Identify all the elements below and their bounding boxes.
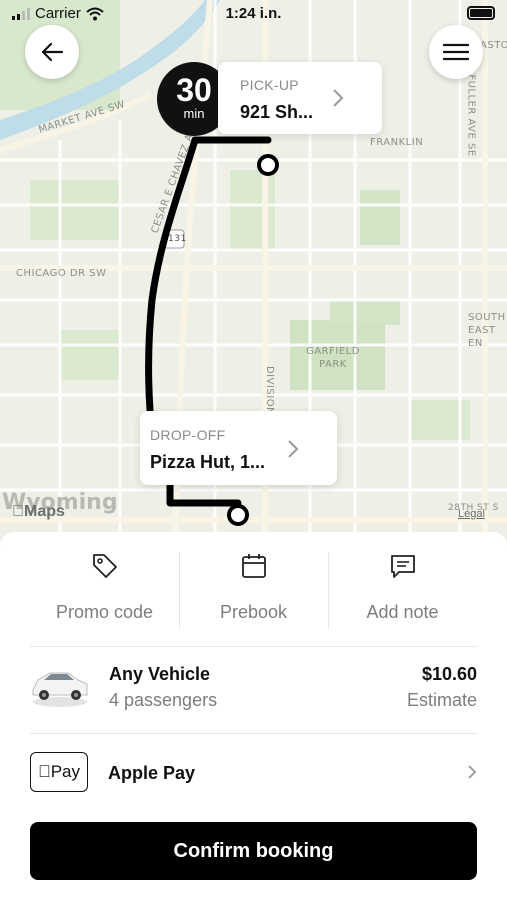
dropoff-callout[interactable]: DROP-OFF Pizza Hut, 1... [140, 411, 337, 485]
dropoff-address: Pizza Hut, 1... [150, 452, 266, 472]
apple-pay-badge: Pay [30, 752, 88, 792]
battery-icon [467, 6, 495, 20]
arrow-left-icon [41, 42, 64, 62]
pickup-callout[interactable]: PICK-UP 921 Sh... [218, 62, 382, 134]
vehicle-option[interactable]: Any Vehicle 4 passengers $10.60 Estimate [30, 658, 477, 718]
legal-link[interactable]: Legal [458, 508, 485, 520]
divider [30, 646, 477, 647]
apple-pay-badge-label: Pay [44, 762, 80, 781]
vehicle-price: $10.60 [421, 664, 477, 684]
back-button[interactable] [25, 25, 79, 79]
status-bar: Carrier 1:24 i.n. [0, 0, 507, 28]
dropoff-label: DROP-OFF [150, 427, 226, 443]
chevron-right-icon [468, 765, 477, 779]
note-icon [390, 555, 415, 578]
map-label-garfield-park: GARFIELD PARK [306, 346, 360, 370]
vehicle-passengers: 4 passengers [109, 690, 218, 710]
action-row: Promo code Prebook Add note [30, 552, 477, 628]
chevron-right-icon [288, 440, 299, 458]
map-label-chicago-dr: CHICAGO DR SW [16, 268, 107, 279]
calendar-icon [241, 554, 266, 578]
route-131-shield: 131 [168, 234, 187, 244]
tag-icon [92, 554, 117, 578]
vehicle-name: Any Vehicle [109, 664, 211, 684]
promo-code-button[interactable]: Promo code [30, 552, 179, 628]
promo-code-label: Promo code [55, 602, 154, 622]
pickup-label: PICK-UP [240, 77, 299, 93]
chevron-right-icon [333, 89, 344, 107]
prebook-label: Prebook [219, 602, 288, 622]
maps-brand-label: Maps [12, 503, 65, 520]
map-label-fuller-ave: FULLER AVE SE [465, 74, 477, 157]
map-label-east-top: ASTOW [480, 40, 507, 51]
status-time: 1:24 i.n. [225, 5, 282, 22]
confirm-booking-button[interactable]: Confirm booking [30, 822, 477, 880]
map-label-division: DIVISION [264, 365, 276, 416]
payment-method[interactable]: Pay Apple Pay [30, 752, 477, 792]
add-note-label: Add note [366, 602, 439, 622]
car-icon [32, 672, 88, 707]
map-label-franklin: FRANKLIN [370, 137, 424, 148]
apple-logo-icon:  [38, 762, 51, 782]
pickup-address: 921 Sh... [240, 102, 314, 122]
map-view[interactable]: MARKET AVE SW CESAR E CHAVEZ AV CHICAGO … [0, 0, 507, 545]
add-note-button[interactable]: Add note [328, 552, 477, 628]
map-label-south-east-end: SOUTH EAST EN [468, 312, 506, 349]
prebook-button[interactable]: Prebook [179, 552, 328, 628]
menu-button[interactable] [429, 25, 483, 79]
hamburger-icon [443, 43, 469, 61]
booking-sheet: Promo code Prebook Add note Any Vehicle … [0, 532, 507, 900]
price-estimate-label: Estimate [406, 690, 477, 710]
payment-name: Apple Pay [108, 763, 196, 783]
maps-brand: Maps [12, 503, 65, 521]
divider [30, 733, 477, 734]
apple-logo-icon:  [12, 503, 24, 520]
